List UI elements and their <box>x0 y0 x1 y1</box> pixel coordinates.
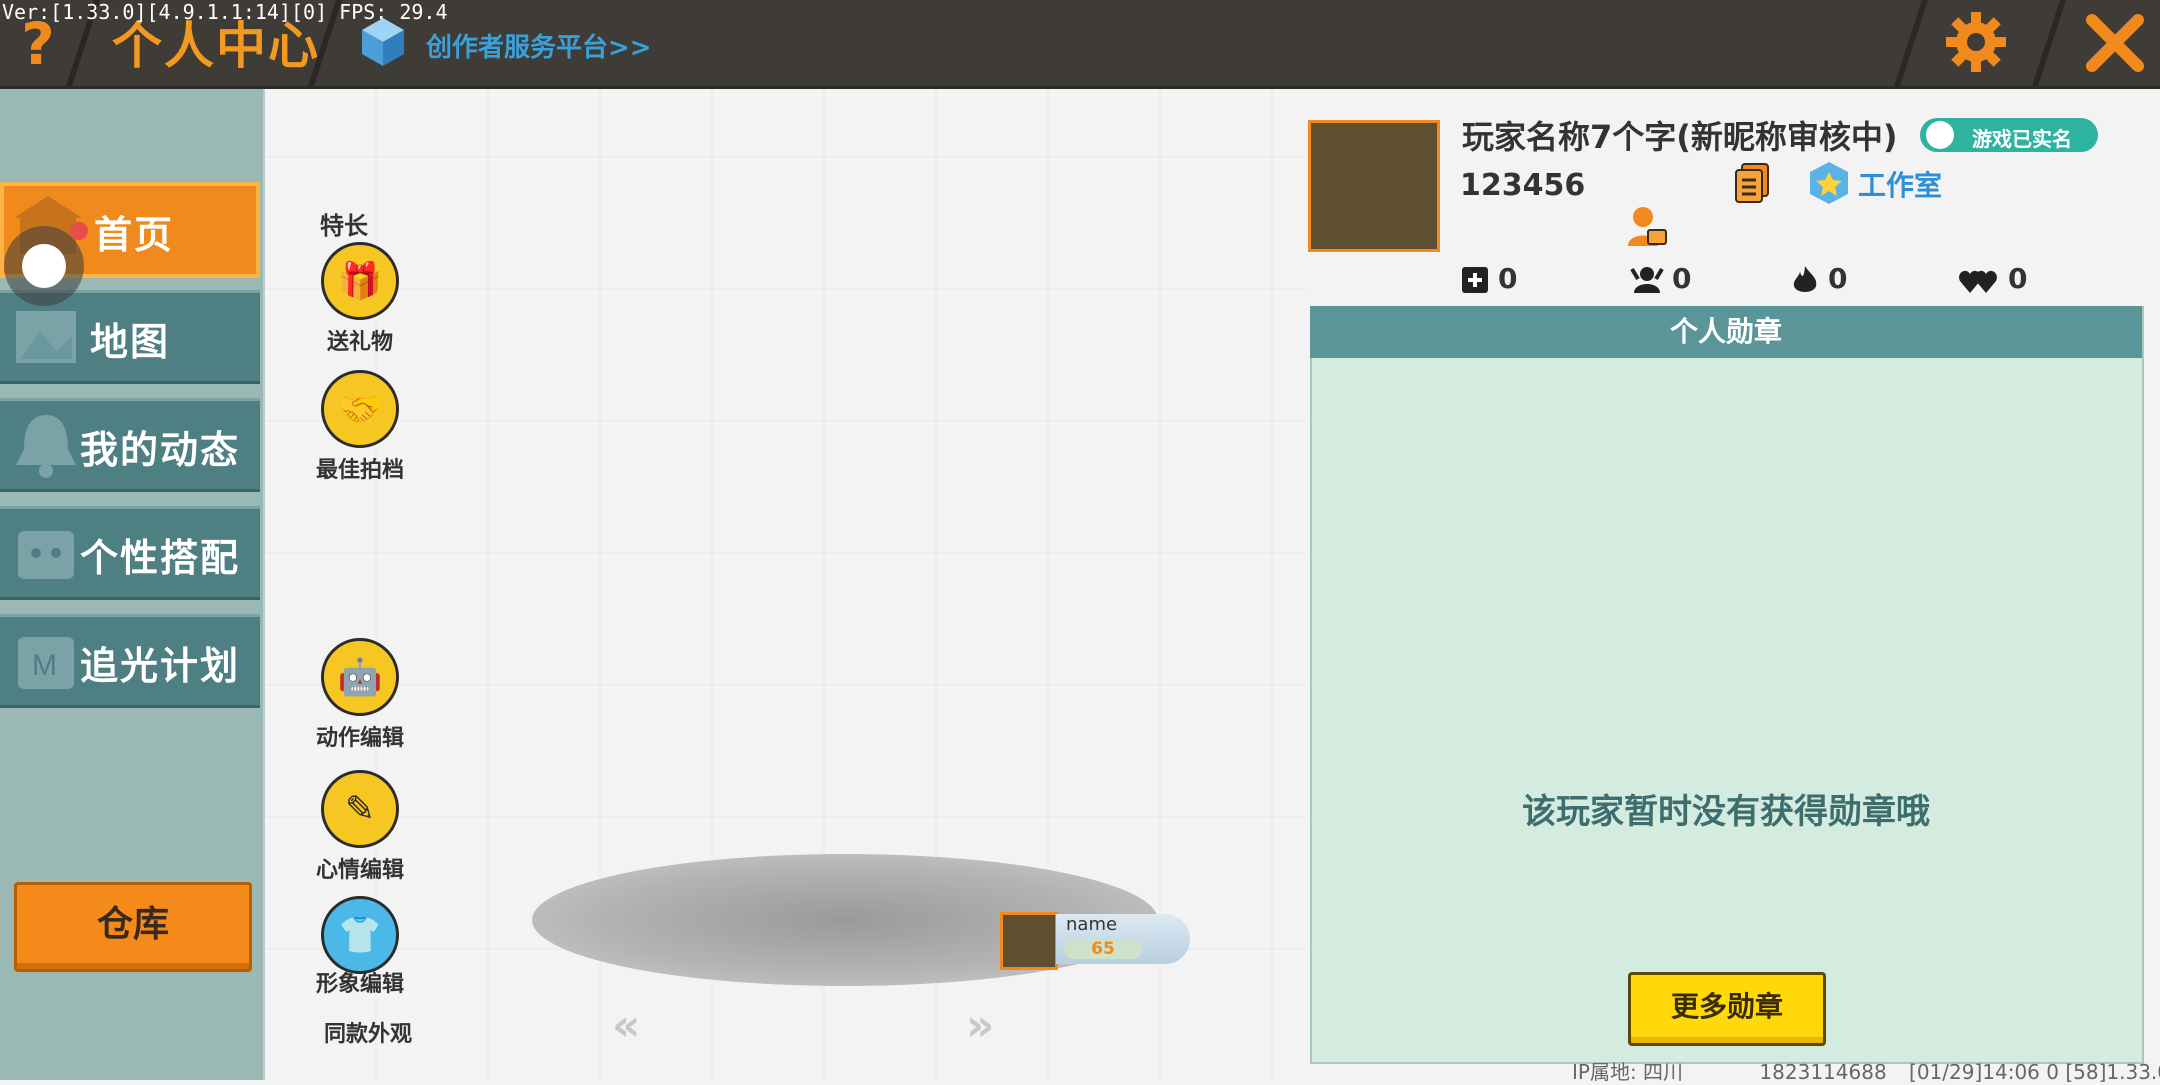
skill-label: 心情编辑 <box>315 858 404 883</box>
skill-same-look[interactable]: 同款外观 <box>308 1012 428 1048</box>
realname-badge-label: 游戏已实名 <box>1972 127 2072 151</box>
skill-label: 最佳拍档 <box>315 458 404 483</box>
stat-fans[interactable]: 0 <box>1630 262 1691 295</box>
skills-title: 特长 <box>320 212 368 240</box>
skill-label: 动作编辑 <box>315 726 404 751</box>
handshake-icon: 🤝 <box>321 370 399 448</box>
outfit-edit-icon: 👕 <box>321 896 399 974</box>
warehouse-button[interactable]: 仓库 <box>14 882 252 972</box>
sidebar-item-feed[interactable]: 我的动态 <box>0 398 260 492</box>
character-nametag[interactable]: name 65 <box>1000 912 1190 970</box>
player-id: 123456 <box>1460 168 1586 203</box>
sidebar-item-label: 个性搭配 <box>79 536 240 580</box>
medal-panel <box>1310 306 2144 1064</box>
copy-icon[interactable] <box>1734 162 1770 204</box>
medal-panel-title: 个人勋章 <box>1310 306 2142 358</box>
skill-gift[interactable]: 🎁 送礼物 <box>300 242 420 356</box>
stat-value: 0 <box>2008 262 2028 295</box>
empty-medals-text: 该玩家暂时没有获得勋章哦 <box>1522 792 1930 832</box>
studio-link[interactable]: 工作室 <box>1858 164 1942 204</box>
skill-look-edit[interactable]: 👕 形象编辑 <box>300 896 420 998</box>
skill-action-edit[interactable]: 🤖 动作编辑 <box>300 638 420 752</box>
gear-icon[interactable] <box>1944 10 2008 74</box>
sidebar-item-label: 我的动态 <box>79 428 240 472</box>
sidebar-item-outfit[interactable]: 个性搭配 <box>0 506 260 600</box>
creator-platform-link[interactable]: 创作者服务平台>> <box>426 27 652 64</box>
skill-label: 同款外观 <box>323 1022 412 1047</box>
person-card-icon[interactable] <box>1626 204 1668 248</box>
gift-icon: 🎁 <box>321 242 399 320</box>
fire-icon <box>1793 266 1817 292</box>
nametag-name: name <box>1066 914 1118 935</box>
sidebar-item-plan[interactable]: M 追光计划 <box>0 614 260 708</box>
avatar[interactable] <box>1308 120 1440 252</box>
prev-arrow-button[interactable]: « <box>612 1000 640 1051</box>
warehouse-label: 仓库 <box>96 904 169 945</box>
uid: 1823114688 <box>1759 1060 1887 1084</box>
sidebar-item-label: 地图 <box>89 320 170 364</box>
player-name: 玩家名称7个字(新昵称审核中) <box>1462 118 1898 156</box>
footer-info: IP属地: 四川 1823114688 [01/29]14:06 0 [58]1… <box>1572 1056 2160 1085</box>
verified-user-icon <box>1926 121 1954 149</box>
next-arrow-button[interactable]: » <box>966 1000 994 1051</box>
debug-overlay: Ver:[1.33.0][4.9.1.1:14][0] FPS: 29.4 <box>2 0 448 24</box>
build-info: [01/29]14:06 0 [58]1.33.0 <box>1909 1060 2160 1084</box>
stat-value: 0 <box>1498 262 1518 295</box>
joystick-knob[interactable] <box>22 244 66 288</box>
edit-icon: ✎ <box>321 770 399 848</box>
skill-label: 送礼物 <box>326 330 393 355</box>
hearts-icon <box>1959 270 1997 293</box>
skill-mood-edit[interactable]: ✎ 心情编辑 <box>300 770 420 884</box>
ip-location: IP属地: 四川 <box>1572 1060 1684 1084</box>
sidebar-item-label: 追光计划 <box>79 644 240 688</box>
realname-badge: 游戏已实名 <box>1920 118 2098 152</box>
skill-label: 形象编辑 <box>315 972 404 997</box>
skill-partner[interactable]: 🤝 最佳拍档 <box>300 370 420 484</box>
nametag-avatar <box>1000 912 1058 970</box>
studio-icon[interactable] <box>1808 160 1850 206</box>
plus-box-icon <box>1462 267 1488 293</box>
robot-icon: 🤖 <box>321 638 399 716</box>
fans-icon <box>1630 267 1664 293</box>
stat-popularity[interactable]: 0 <box>1790 262 1847 296</box>
nametag-level: 65 <box>1064 939 1142 959</box>
stat-value: 0 <box>1828 262 1848 295</box>
stat-likes[interactable]: 0 <box>1958 262 2027 295</box>
stat-posts[interactable]: 0 <box>1460 262 1517 295</box>
close-icon[interactable] <box>2082 10 2148 76</box>
more-medals-label: 更多勋章 <box>1670 990 1783 1023</box>
more-medals-button[interactable]: 更多勋章 <box>1628 972 1826 1046</box>
stat-value: 0 <box>1672 262 1692 295</box>
